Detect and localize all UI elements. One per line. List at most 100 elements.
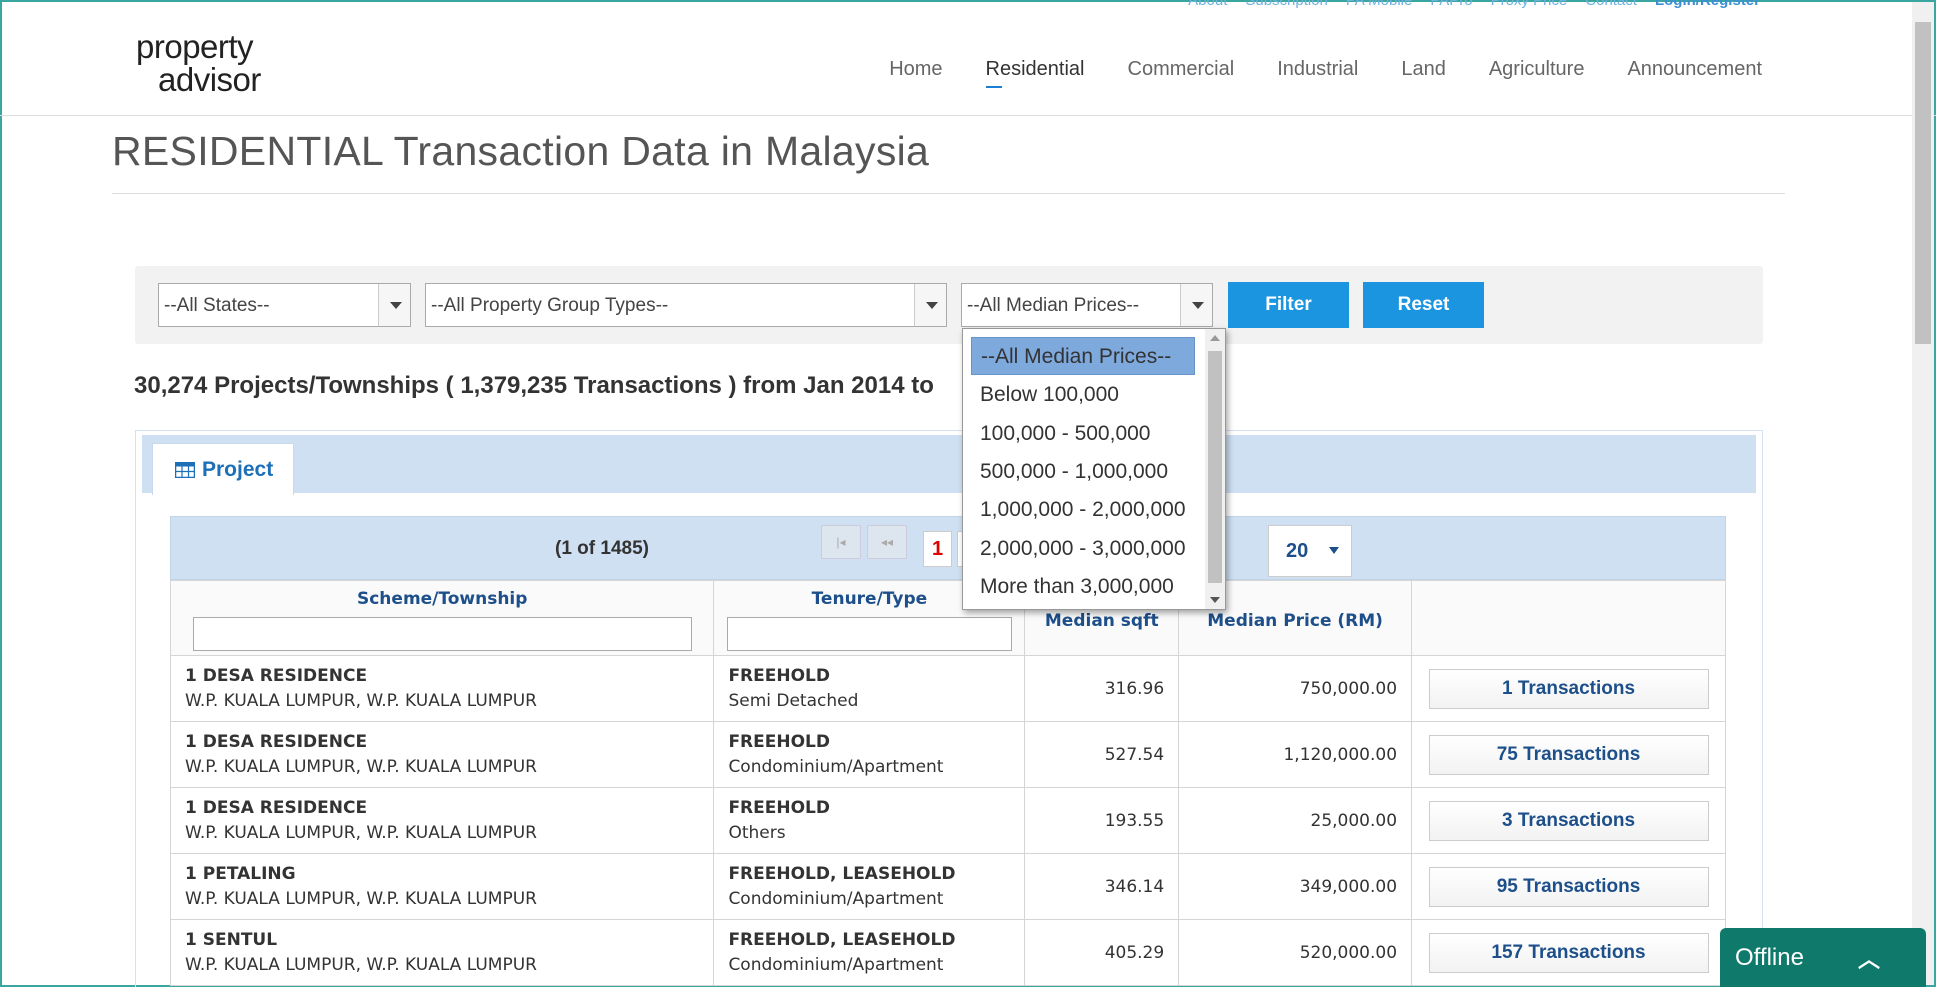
top-links: About Subscription PA Mobile PAPro Proxy… bbox=[1188, 0, 1760, 9]
median-price-cell: 520,000.00 bbox=[1178, 919, 1413, 986]
rows-per-page-select[interactable]: 20 bbox=[1268, 525, 1352, 577]
nav-land[interactable]: Land bbox=[1401, 58, 1446, 81]
paginator: (1 of 1485) |◂ ◂◂ 1 2 3 4 5 20 bbox=[170, 516, 1726, 580]
chevron-down-icon bbox=[1329, 547, 1339, 554]
top-link-proxy-price[interactable]: Proxy Price bbox=[1491, 0, 1568, 9]
tenure-value: FREEHOLD bbox=[728, 732, 830, 752]
dropdown-option-below-100k[interactable]: Below 100,000 bbox=[971, 376, 1195, 414]
transactions-button[interactable]: 95 Transactions bbox=[1428, 866, 1709, 907]
chevron-down-icon bbox=[378, 284, 410, 326]
tenure-value: FREEHOLD, LEASEHOLD bbox=[728, 930, 956, 950]
page-1[interactable]: 1 bbox=[923, 531, 952, 567]
header-divider bbox=[0, 115, 1936, 116]
table-row: 1 DESA RESIDENCE W.P. KUALA LUMPUR, W.P. … bbox=[169, 787, 1726, 854]
top-link-papro[interactable]: PAPro bbox=[1430, 0, 1472, 9]
scheme-location: W.P. KUALA LUMPUR, W.P. KUALA LUMPUR bbox=[185, 757, 537, 777]
dropdown-scrollbar[interactable] bbox=[1205, 329, 1225, 609]
tenure-filter-input[interactable] bbox=[726, 617, 1012, 651]
top-link-about[interactable]: About bbox=[1188, 0, 1227, 9]
page-scroll-thumb[interactable] bbox=[1915, 22, 1931, 344]
nav-industrial[interactable]: Industrial bbox=[1277, 58, 1358, 81]
transactions-cell: 75 Transactions bbox=[1411, 721, 1726, 788]
prev-page-icon[interactable]: ◂◂ bbox=[867, 525, 907, 559]
logo-line-1: property bbox=[136, 28, 254, 65]
dropdown-option-1m-2m[interactable]: 1,000,000 - 2,000,000 bbox=[971, 491, 1195, 529]
nav-commercial[interactable]: Commercial bbox=[1128, 58, 1235, 81]
tenure-cell: FREEHOLD Others bbox=[713, 787, 1026, 854]
column-header-scheme[interactable]: Scheme/Township bbox=[169, 580, 715, 656]
median-sqft-cell: 316.96 bbox=[1024, 655, 1180, 722]
table-row: 1 PETALING W.P. KUALA LUMPUR, W.P. KUALA … bbox=[169, 853, 1726, 920]
chat-widget[interactable]: Offline ︿ bbox=[1720, 928, 1926, 987]
table-row: 1 DESA RESIDENCE W.P. KUALA LUMPUR, W.P. … bbox=[169, 655, 1726, 722]
rows-per-page-value: 20 bbox=[1286, 540, 1309, 562]
tenure-cell: FREEHOLD, LEASEHOLD Condominium/Apartment bbox=[713, 919, 1026, 986]
table-header-row: Scheme/Township Tenure/Type Median sqft … bbox=[169, 580, 1726, 656]
state-select-value: --All States-- bbox=[164, 295, 270, 316]
scheme-cell: 1 SENTUL W.P. KUALA LUMPUR, W.P. KUALA LU… bbox=[169, 919, 715, 986]
scheme-filter-input[interactable] bbox=[192, 617, 692, 651]
transactions-button[interactable]: 157 Transactions bbox=[1428, 932, 1709, 973]
main-nav: Home Residential Commercial Industrial L… bbox=[889, 58, 1762, 88]
tenure-cell: FREEHOLD, LEASEHOLD Condominium/Apartment bbox=[713, 853, 1026, 920]
column-median-price-label: Median Price (RM) bbox=[1207, 611, 1383, 631]
nav-residential[interactable]: Residential bbox=[985, 58, 1085, 88]
median-sqft-cell: 527.54 bbox=[1024, 721, 1180, 788]
dropdown-scroll-thumb[interactable] bbox=[1208, 351, 1222, 583]
nav-agriculture[interactable]: Agriculture bbox=[1489, 58, 1585, 81]
median-sqft-cell: 405.29 bbox=[1024, 919, 1180, 986]
state-select[interactable]: --All States-- bbox=[158, 283, 411, 327]
median-price-select-value: --All Median Prices-- bbox=[967, 295, 1140, 316]
dropdown-option-2m-3m[interactable]: 2,000,000 - 3,000,000 bbox=[971, 530, 1195, 568]
dropdown-option-all[interactable]: --All Median Prices-- bbox=[971, 337, 1195, 375]
transactions-button[interactable]: 1 Transactions bbox=[1428, 668, 1709, 709]
dropdown-option-above-3m[interactable]: More than 3,000,000 bbox=[971, 568, 1195, 606]
scheme-name: 1 DESA RESIDENCE bbox=[185, 798, 368, 818]
transactions-button[interactable]: 3 Transactions bbox=[1428, 800, 1709, 841]
scheme-cell: 1 DESA RESIDENCE W.P. KUALA LUMPUR, W.P. … bbox=[169, 655, 715, 722]
top-link-subscription[interactable]: Subscription bbox=[1245, 0, 1328, 9]
transactions-button[interactable]: 75 Transactions bbox=[1428, 734, 1709, 775]
first-page-icon[interactable]: |◂ bbox=[821, 525, 861, 559]
site-logo[interactable]: property advisor bbox=[136, 30, 276, 102]
results-table: Scheme/Township Tenure/Type Median sqft … bbox=[169, 580, 1726, 986]
tenure-value: FREEHOLD, LEASEHOLD bbox=[728, 864, 956, 884]
scheme-name: 1 DESA RESIDENCE bbox=[185, 666, 368, 686]
scheme-name: 1 PETALING bbox=[185, 864, 296, 884]
property-type: Semi Detached bbox=[728, 691, 859, 711]
chevron-down-icon bbox=[914, 284, 946, 326]
top-link-login[interactable]: Login/Register bbox=[1655, 0, 1760, 9]
median-price-select[interactable]: --All Median Prices-- bbox=[961, 283, 1213, 327]
column-median-sqft-label: Median sqft bbox=[1044, 611, 1159, 631]
nav-home[interactable]: Home bbox=[889, 58, 942, 81]
filter-bar: --All States-- --All Property Group Type… bbox=[135, 266, 1763, 344]
logo-line-2: advisor bbox=[158, 61, 261, 98]
nav-announcement[interactable]: Announcement bbox=[1627, 58, 1762, 81]
dropdown-option-500k-1m[interactable]: 500,000 - 1,000,000 bbox=[971, 453, 1195, 491]
group-type-select[interactable]: --All Property Group Types-- bbox=[425, 283, 947, 327]
page-count: (1 of 1485) bbox=[555, 538, 649, 559]
top-link-contact[interactable]: Contact bbox=[1585, 0, 1637, 9]
scheme-cell: 1 DESA RESIDENCE W.P. KUALA LUMPUR, W.P. … bbox=[169, 721, 715, 788]
page-scrollbar[interactable] bbox=[1912, 2, 1934, 985]
tab-project[interactable]: Project bbox=[152, 443, 294, 495]
column-header-actions bbox=[1411, 580, 1726, 656]
transactions-cell: 95 Transactions bbox=[1411, 853, 1726, 920]
top-link-pa-mobile[interactable]: PA Mobile bbox=[1346, 0, 1412, 9]
table-icon bbox=[175, 462, 195, 478]
property-type: Condominium/Apartment bbox=[728, 955, 944, 975]
column-scheme-label: Scheme/Township bbox=[356, 589, 528, 609]
filter-button[interactable]: Filter bbox=[1228, 282, 1349, 328]
reset-button[interactable]: Reset bbox=[1363, 282, 1484, 328]
property-type: Others bbox=[728, 823, 786, 843]
transactions-cell: 1 Transactions bbox=[1411, 655, 1726, 722]
chevron-up-icon[interactable]: ︿ bbox=[1858, 942, 1880, 974]
tab-project-label: Project bbox=[202, 458, 274, 481]
scheme-cell: 1 PETALING W.P. KUALA LUMPUR, W.P. KUALA … bbox=[169, 853, 715, 920]
median-price-cell: 750,000.00 bbox=[1178, 655, 1413, 722]
dropdown-option-100k-500k[interactable]: 100,000 - 500,000 bbox=[971, 415, 1195, 453]
scroll-up-icon[interactable] bbox=[1210, 335, 1220, 341]
transactions-cell: 157 Transactions bbox=[1411, 919, 1726, 986]
scroll-down-icon[interactable] bbox=[1210, 597, 1220, 603]
chevron-down-icon bbox=[1180, 284, 1212, 326]
